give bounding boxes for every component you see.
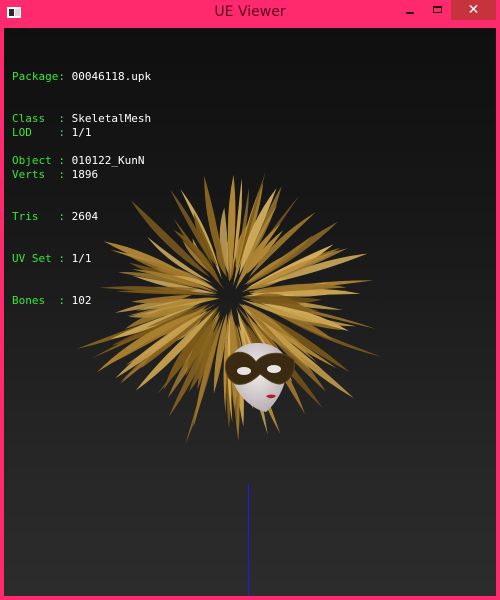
close-icon: ✕ [467,2,480,18]
3d-viewport[interactable]: Package: 00046118.upk Class : SkeletalMe… [4,28,496,596]
minimize-icon [406,12,414,14]
feather-plumage [76,172,382,445]
maximize-button[interactable] [425,0,451,20]
ue-viewer-window: UE Viewer ✕ Package: 00046118.upk Class … [0,0,500,600]
minimize-button[interactable] [395,0,425,20]
close-button[interactable]: ✕ [451,0,496,20]
title-bar[interactable]: UE Viewer ✕ [0,0,500,28]
maximize-icon [433,6,442,13]
axis-indicator-z [248,484,249,596]
feathered-mask-model[interactable] [4,28,496,596]
